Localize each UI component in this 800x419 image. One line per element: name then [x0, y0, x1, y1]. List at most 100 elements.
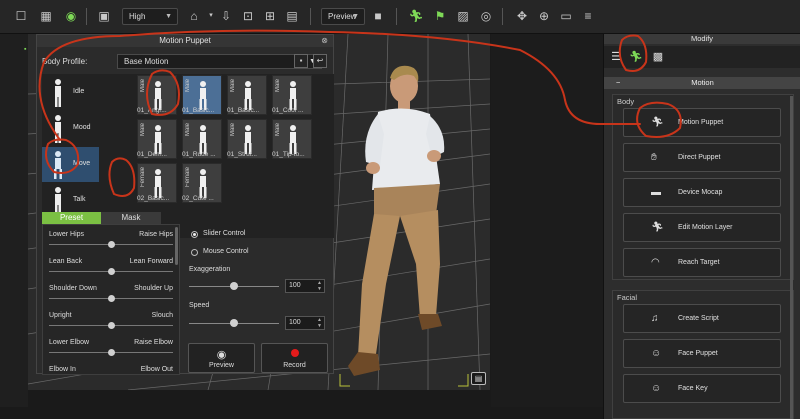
save-icon[interactable]: ▪ [294, 54, 308, 68]
camera-icon[interactable]: ■ [370, 8, 386, 24]
slider-right-label: Raise Elbow [134, 339, 173, 346]
motion-puppet-button[interactable]: 🏃︎ Motion Puppet [623, 108, 781, 137]
speed-knob[interactable] [230, 319, 238, 327]
modify-title-text: Modify [690, 34, 714, 43]
slider-right-label: Shoulder Up [134, 285, 173, 292]
target-icon[interactable]: ◎ [478, 8, 494, 24]
preset-sliders: Lower Hips Raise Hips Lean Back Lean Forwar… [42, 224, 180, 375]
create-script-button[interactable]: ♫ Create Script [623, 304, 781, 333]
slider-control-label: Slider Control [203, 230, 246, 237]
thumbnail-gender-label: Male [140, 123, 146, 137]
fit-icon[interactable]: ⊡ [240, 8, 256, 24]
direct-puppet-button[interactable]: ✋︎ Direct Puppet [623, 143, 781, 172]
viewport-toggle-icon[interactable]: ☐ [13, 8, 29, 24]
motion-run-icon[interactable]: 🏃︎ [408, 8, 424, 24]
modify-title: Modify [604, 34, 800, 44]
record-button[interactable]: Record [261, 343, 328, 373]
preset-slider-row: Lower Hips Raise Hips [43, 227, 177, 253]
eye-icon[interactable]: ◉ [63, 8, 79, 24]
preset-slider-row: Upright Slouch [43, 308, 177, 334]
category-idle[interactable]: Idle [42, 75, 99, 110]
body-group-label: Body [617, 97, 635, 106]
slider-knob[interactable] [107, 322, 115, 329]
folder-icon[interactable]: ▭ [558, 8, 574, 24]
face-key-icon: ☺ [651, 383, 662, 394]
preview-button[interactable]: ◉ Preview [188, 343, 255, 373]
modify-scrollbar[interactable] [790, 96, 793, 419]
edit-motion-layer-button[interactable]: 🏃︎ Edit Motion Layer [623, 213, 781, 242]
face-key-button[interactable]: ☺ Face Key [623, 374, 781, 403]
slider-left-label: Shoulder Down [49, 285, 97, 292]
view-mode-dropdown[interactable]: Preview ▼ [321, 8, 365, 25]
layout-icon[interactable]: ▤ [284, 8, 300, 24]
face-puppet-icon: ☺ [651, 348, 662, 359]
chat-icon[interactable]: ▤ [471, 372, 486, 385]
picture-icon[interactable]: ▨ [455, 8, 471, 24]
slider-left-label: Upright [49, 312, 72, 319]
thumbnail-label: 01_Basic... [182, 107, 215, 114]
preset-slider-row: Shoulder Down Shoulder Up [43, 281, 177, 307]
motion-tab-icon[interactable]: 🏃︎ [628, 49, 644, 65]
slider-right-label: Slouch [151, 312, 173, 319]
modify-panel: Modify ☰ 🏃︎ ▩ − Motion Body 🏃︎ Motion Pup… [603, 34, 800, 419]
spinner-arrows-icon[interactable]: ▲ ▼ [317, 280, 322, 292]
exaggeration-knob[interactable] [230, 282, 238, 290]
category-label: Idle [73, 88, 85, 95]
slider-control-radio[interactable] [191, 231, 198, 238]
tab-mask[interactable]: Mask [101, 212, 161, 224]
mouse-control-radio[interactable] [191, 249, 198, 256]
collapse-icon[interactable]: − [616, 77, 620, 89]
thumbnail-gender-label: Male [185, 123, 191, 137]
face-puppet-button[interactable]: ☺ Face Puppet [623, 339, 781, 368]
frame-icon[interactable]: ▣ [96, 8, 112, 24]
flag-icon[interactable]: ⚑ [432, 8, 448, 24]
transform-icon[interactable]: ✥ [514, 8, 530, 24]
idle-figure-icon [55, 79, 61, 107]
speed-input[interactable]: 100 ▲ ▼ [285, 316, 325, 330]
body-profile-label: Body Profile: [42, 57, 88, 66]
mood-figure-icon [55, 115, 61, 143]
category-mood[interactable]: Mood [42, 111, 99, 146]
preset-slider-row: Elbow In Elbow Out [43, 362, 177, 374]
slider-knob[interactable] [107, 295, 115, 302]
adjust-sliders-icon[interactable]: ☰ [608, 49, 624, 65]
zoom-icon[interactable]: ⊕ [536, 8, 552, 24]
exaggeration-input[interactable]: 100 ▲ ▼ [285, 279, 325, 293]
preview-label: Preview [209, 362, 234, 369]
thumbnail-label: 01_Dem... [137, 151, 167, 158]
modify-button-label: Face Key [678, 385, 708, 392]
home-icon[interactable]: ⌂ [186, 8, 202, 24]
thumbnail-gender-label: Male [230, 123, 236, 137]
chevron-down-icon[interactable]: ▾ [203, 8, 219, 24]
download-icon[interactable]: ⇩ [218, 8, 234, 24]
slider-knob[interactable] [107, 349, 115, 356]
reach-target-button[interactable]: ◠ Reach Target [623, 248, 781, 277]
modify-tab-icons: ☰ 🏃︎ ▩ [604, 46, 800, 68]
thumbnail-gender-label: Female [185, 167, 191, 188]
spinner-arrows-icon[interactable]: ▲ ▼ [317, 317, 322, 329]
body-profile-select[interactable]: Base Motion ▼ [117, 54, 322, 69]
motion-section-header[interactable]: − Motion [604, 77, 800, 89]
exaggeration-value: 100 [289, 282, 301, 289]
slider-knob[interactable] [107, 241, 115, 248]
category-move[interactable]: Move [42, 147, 99, 182]
bottom-bar [0, 407, 603, 419]
slider-knob[interactable] [107, 268, 115, 275]
quality-dropdown[interactable]: High ▼ [122, 8, 178, 25]
create-script-icon: ♫ [651, 313, 659, 324]
device-mocap-button[interactable]: ▬ Device Mocap [623, 178, 781, 207]
facial-group-label: Facial [617, 293, 638, 302]
load-icon[interactable]: ↩ [313, 54, 327, 68]
modify-button-label: Edit Motion Layer [678, 224, 733, 231]
thumbnail-label: 01_Cool ... [272, 107, 304, 114]
move-view-icon[interactable]: ⊞ [262, 8, 278, 24]
main-toolbar: ☐ ▦ ◉ ▣ High ▼ ⌂ ▾ ⇩ ⊡ ⊞ ▤ Preview ▼ ■ 🏃… [0, 0, 800, 34]
checker-material-icon[interactable]: ▩ [650, 49, 666, 65]
thumbnail-gender-label: Male [140, 79, 146, 93]
close-icon[interactable]: ⊗ [321, 35, 328, 47]
thumbnail-gender-label: Male [185, 79, 191, 93]
grid-icon[interactable]: ▦ [38, 8, 54, 24]
eye-icon: ◉ [216, 349, 227, 361]
tab-preset[interactable]: Preset [42, 212, 101, 224]
settings-sliders-icon[interactable]: ≡ [580, 8, 596, 24]
